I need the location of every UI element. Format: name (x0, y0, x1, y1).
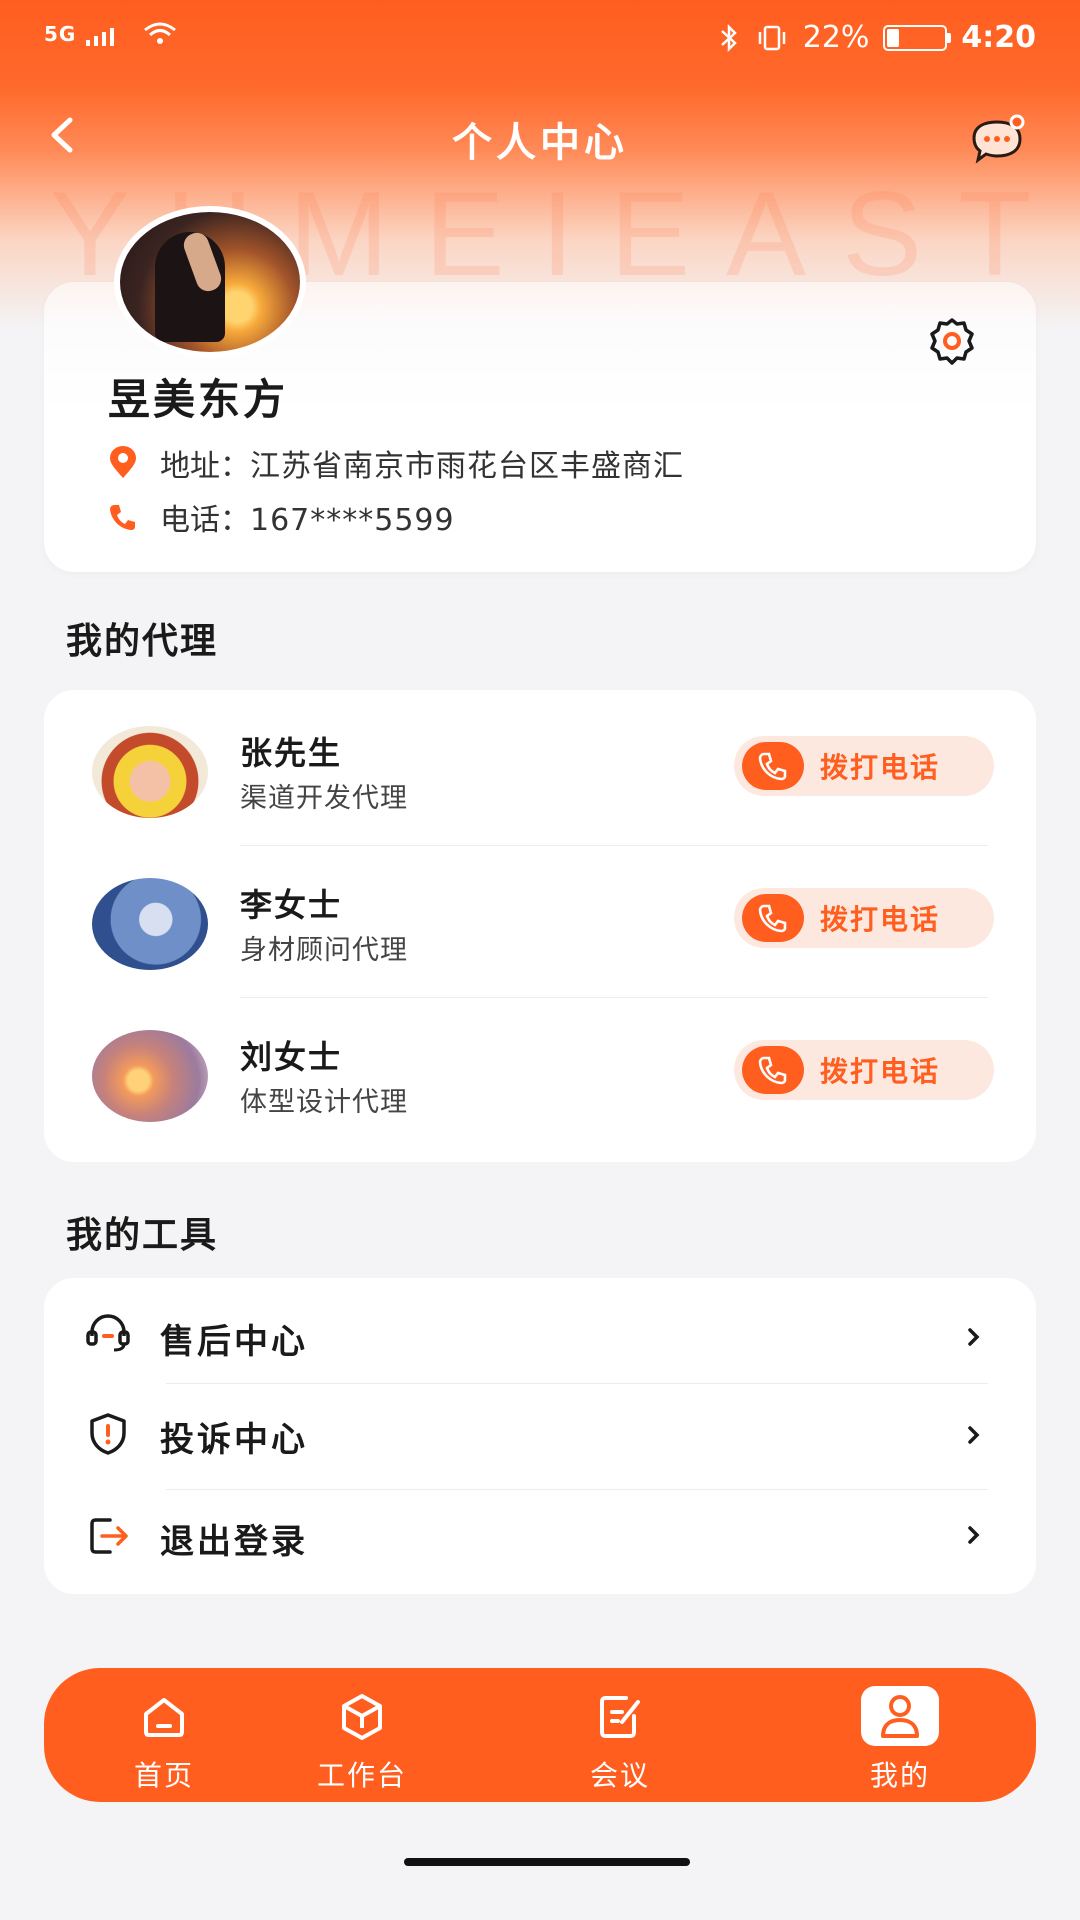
agent-name: 刘女士 (240, 1038, 343, 1076)
call-button[interactable]: 拨打电话 (734, 736, 994, 796)
tab-label: 会议 (589, 1759, 650, 1792)
home-indicator (404, 1858, 690, 1866)
home-icon (144, 1698, 184, 1737)
agent-name: 张先生 (240, 734, 343, 772)
agent-row: 刘女士 体型设计代理 拨打电话 (44, 994, 1036, 1146)
address-label: 地址： (160, 449, 250, 484)
agent-avatar (92, 878, 208, 970)
user-name: 昱美东方 (108, 375, 289, 424)
tab-workbench[interactable]: 工作台 (262, 1668, 462, 1802)
user-icon (861, 1686, 939, 1746)
tool-label: 售后中心 (160, 1322, 308, 1362)
phone-row: 电话：167****5599 (108, 495, 455, 539)
edit-note-icon (600, 1696, 640, 1738)
tab-home[interactable]: 首页 (64, 1668, 264, 1802)
network-type: 5G (44, 22, 77, 46)
phone-icon (758, 1056, 787, 1085)
gear-icon (930, 318, 974, 365)
call-button-label: 拨打电话 (820, 751, 941, 784)
call-button[interactable]: 拨打电话 (734, 888, 994, 948)
location-pin-icon (110, 446, 136, 478)
agent-role: 身材顾问代理 (240, 935, 408, 966)
chevron-right-icon (968, 1526, 980, 1544)
agents-section-title: 我的代理 (66, 621, 219, 662)
wifi-icon (144, 22, 177, 44)
tool-label: 投诉中心 (160, 1420, 308, 1460)
status-right: 22% 4:20 (717, 20, 1036, 55)
tab-meeting[interactable]: 会议 (520, 1668, 720, 1802)
divider (166, 1383, 988, 1384)
phone-value: 167****5599 (250, 503, 455, 538)
signal-indicator: 5G (44, 20, 178, 46)
logout-icon (90, 1518, 128, 1554)
address-value: 江苏省南京市雨花台区丰盛商汇 (250, 449, 684, 484)
agent-role: 体型设计代理 (240, 1087, 408, 1118)
phone-icon (758, 752, 787, 781)
agent-role: 渠道开发代理 (240, 783, 408, 814)
vibrate-icon (758, 25, 785, 50)
battery-icon (883, 24, 952, 51)
agent-row: 张先生 渠道开发代理 拨打电话 (44, 690, 1036, 842)
agent-avatar (92, 1030, 208, 1122)
cube-icon (342, 1694, 382, 1740)
phone-label: 电话： (160, 503, 250, 538)
signal-icon (86, 28, 115, 46)
agent-row: 李女士 身材顾问代理 拨打电话 (44, 842, 1036, 994)
user-avatar[interactable] (114, 206, 306, 358)
chat-bubble-icon (972, 114, 1025, 164)
agent-avatar (92, 726, 208, 818)
message-button[interactable] (968, 114, 1030, 166)
tab-mine[interactable]: 我的 (800, 1668, 1000, 1802)
shield-alert-icon (90, 1413, 126, 1455)
call-button[interactable]: 拨打电话 (734, 1040, 994, 1100)
tools-card: 售后中心 投诉中心 退出登录 (44, 1278, 1036, 1594)
tab-label: 首页 (133, 1759, 194, 1792)
battery-percent: 22% (802, 20, 870, 55)
page-title: 个人中心 (452, 120, 628, 166)
chevron-right-icon (968, 1426, 980, 1444)
bluetooth-icon (720, 23, 737, 52)
bottom-tab-bar: 首页 工作台 会议 我的 (44, 1668, 1036, 1802)
tool-row-after-sales[interactable]: 售后中心 (44, 1284, 1036, 1384)
agent-name: 李女士 (240, 886, 343, 924)
tab-label: 工作台 (316, 1759, 407, 1792)
status-bar: 5G 22% 4:20 (0, 0, 1080, 72)
settings-button[interactable] (924, 314, 980, 370)
call-button-label: 拨打电话 (820, 1055, 941, 1088)
headset-icon (86, 1314, 130, 1352)
phone-icon (110, 505, 135, 530)
tool-row-logout[interactable]: 退出登录 (44, 1488, 1036, 1588)
tool-label: 退出登录 (160, 1522, 308, 1562)
tab-label: 我的 (869, 1759, 930, 1792)
agents-card: 张先生 渠道开发代理 拨打电话 李女士 身材顾问代理 拨打电话 刘女士 体型设计… (44, 690, 1036, 1162)
call-button-label: 拨打电话 (820, 903, 941, 936)
phone-icon (758, 904, 787, 933)
address-row: 地址：江苏省南京市雨花台区丰盛商汇 (108, 441, 684, 485)
chevron-right-icon (968, 1328, 980, 1346)
clock: 4:20 (961, 20, 1036, 55)
tools-section-title: 我的工具 (66, 1215, 219, 1256)
tool-row-complaints[interactable]: 投诉中心 (44, 1386, 1036, 1486)
